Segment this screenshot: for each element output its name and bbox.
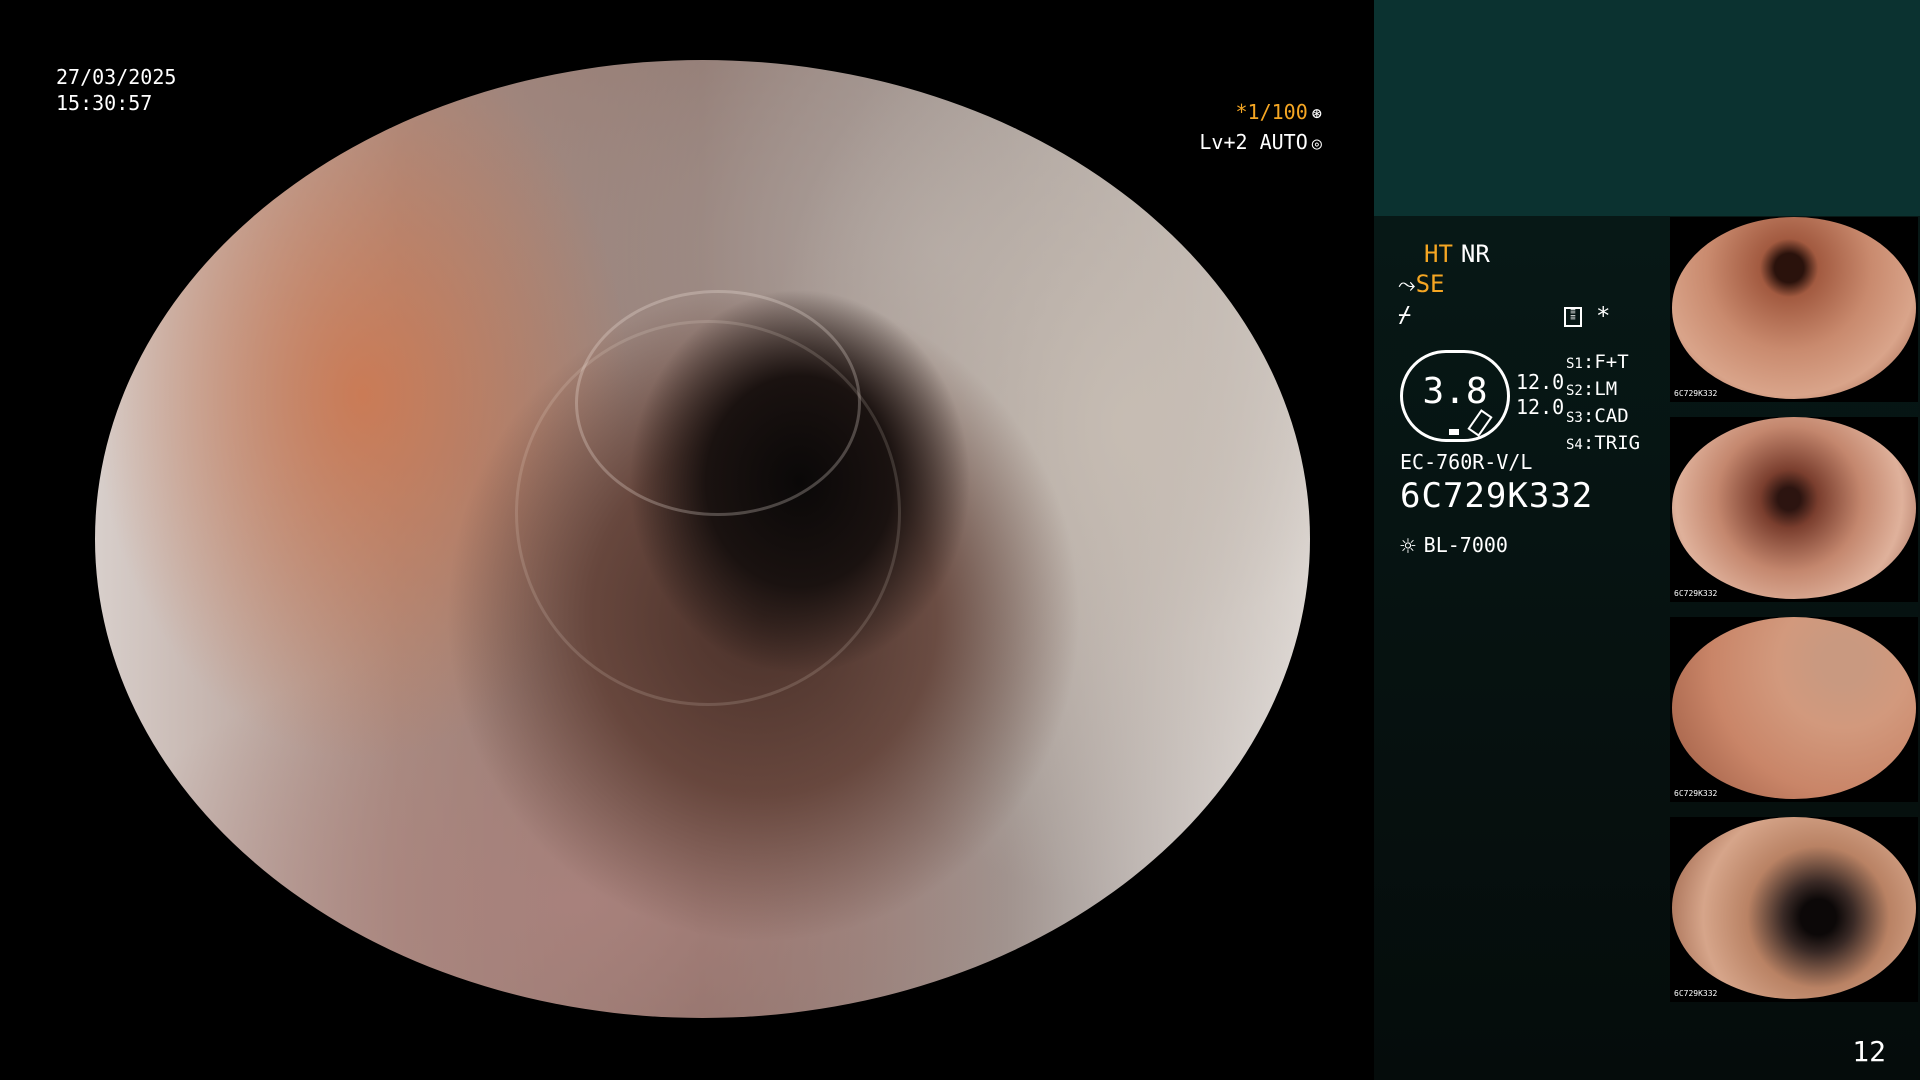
thumbnail-caption: 6C729K332 (1674, 789, 1718, 798)
mode-ht: HT (1424, 240, 1453, 268)
slot-key: S4 (1566, 437, 1583, 453)
scope-model: EC-760R-V/L (1400, 450, 1533, 474)
mode-info: HT NR ⤳SE ⌿ ≡ ≡ * (1398, 240, 1668, 330)
gauge-marker (1449, 429, 1459, 435)
slot-key: S3 (1566, 410, 1583, 426)
thumbnail[interactable]: 6C729K332 (1670, 417, 1918, 602)
slot-value: F+T (1594, 351, 1629, 373)
structure-enhance-icon: ⤳ (1398, 273, 1416, 298)
panel-header (1374, 0, 1920, 216)
switch-slots: S1:F+T S2:LM S3:CAD S4:TRIG (1566, 351, 1641, 454)
lumen-fold (515, 320, 901, 706)
star-indicator: * (1596, 302, 1611, 330)
thumbnail-caption: 6C729K332 (1674, 989, 1718, 998)
light-source-label: BL-7000 (1423, 533, 1508, 557)
thumbnail-image (1672, 817, 1916, 999)
thumbnail-caption: 6C729K332 (1674, 589, 1718, 598)
endoscope-view (95, 60, 1310, 1018)
mode-se: SE (1415, 270, 1445, 298)
slot-key: S1 (1566, 356, 1583, 372)
shutter-speed: *1/100 (1235, 100, 1308, 124)
thumbnail[interactable]: 6C729K332 (1670, 817, 1918, 1002)
thumbnail-image (1672, 617, 1916, 799)
gauge-value: 3.8 (1422, 371, 1488, 412)
aperture-icon: ⊛ (1311, 104, 1322, 124)
thumbnail-image (1672, 217, 1916, 399)
settings-icon: ≡ ≡ (1564, 307, 1582, 327)
zoom-gauge: 3.8 (1400, 350, 1510, 442)
scope-serial: 6C729K332 (1400, 476, 1594, 516)
value-2: 12.0 (1516, 395, 1565, 419)
slot-key: S2 (1566, 383, 1583, 399)
time: 15:30:57 (56, 91, 153, 115)
light-source: ☼ BL-7000 (1400, 532, 1508, 562)
slot-value: TRIG (1594, 432, 1641, 454)
value-1: 12.0 (1516, 370, 1565, 394)
iris-icon: ◎ (1311, 134, 1322, 154)
thumbnail-image (1672, 417, 1916, 599)
brightness-level: Lv+2 AUTO (1199, 130, 1308, 154)
gauge-values: 12.0 12.0 (1516, 370, 1564, 420)
thumbnail[interactable]: 6C729K332 (1670, 217, 1918, 402)
gauge-needle-icon (1467, 409, 1493, 437)
freeze-icon: ⌿ (1398, 303, 1412, 328)
thumbnail[interactable]: 6C729K332 (1670, 617, 1918, 802)
mode-nr: NR (1460, 240, 1490, 268)
thumbnail-caption: 6C729K332 (1674, 389, 1718, 398)
exposure-info: *1/100 ⊛ Lv+2 AUTO ◎ (1199, 98, 1322, 158)
lamp-icon: ☼ (1400, 532, 1416, 562)
date: 27/03/2025 (56, 65, 177, 89)
page-number: 12 (1852, 1035, 1886, 1068)
slot-value: LM (1594, 378, 1618, 400)
datetime: 27/03/2025 15:30:57 (56, 64, 176, 116)
slot-value: CAD (1594, 405, 1629, 427)
